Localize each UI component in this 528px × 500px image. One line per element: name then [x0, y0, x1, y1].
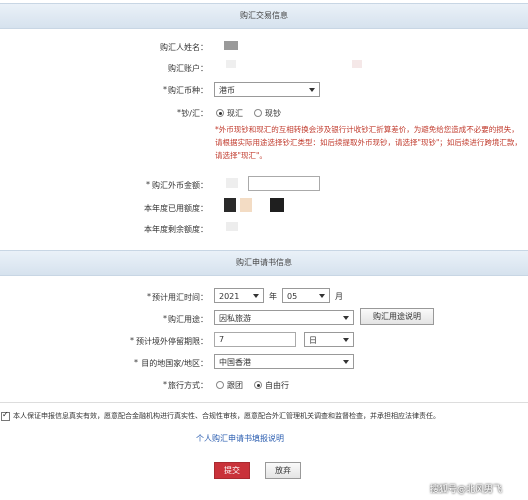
cashtype-label: 钞/汇： — [181, 109, 208, 118]
divider — [0, 402, 528, 403]
used-quota-redacted-2 — [240, 198, 252, 212]
travel-type-label: 旅行方式： — [168, 381, 208, 390]
radio-cash-remit-label: 现汇 — [227, 109, 243, 118]
radio-cash-note-label: 现钞 — [265, 109, 281, 118]
radio-group-tour-label: 跟团 — [227, 381, 243, 390]
cashtype-warning: *外币现钞和现汇的互相转换会涉及银行计收钞汇折算差价，为避免给您造成不必要的损失… — [215, 125, 522, 160]
watermark: 搜狐号@北风男飞 — [430, 485, 503, 495]
section-header-application-info: 购汇申请书信息 — [0, 250, 528, 276]
chevron-down-icon — [343, 316, 349, 320]
used-quota-label: 本年度已用额度： — [144, 204, 208, 213]
radio-group-tour[interactable] — [216, 381, 224, 389]
stay-period-value: 7 — [219, 335, 225, 344]
cancel-button[interactable]: 放弃 — [265, 462, 301, 479]
purpose-help-button[interactable]: 购汇用途说明 — [360, 308, 434, 325]
amount-redacted — [226, 178, 238, 188]
destination-select[interactable]: 中国香港 — [214, 354, 354, 369]
section-header-trade-info: 购汇交易信息 — [0, 3, 528, 29]
chevron-down-icon — [343, 360, 349, 364]
required-star: * — [130, 336, 134, 345]
year-unit: 年 — [269, 292, 277, 301]
chevron-down-icon — [253, 294, 259, 298]
filling-guide-link[interactable]: 个人购汇申请书填报说明 — [196, 433, 284, 444]
account-redacted — [226, 60, 236, 68]
declaration-checkbox[interactable]: ✓ — [1, 410, 10, 421]
submit-button[interactable]: 提交 — [214, 462, 250, 479]
radio-independent[interactable] — [254, 381, 262, 389]
buyer-name-label: 购汇人姓名： — [160, 43, 208, 52]
stay-period-label: 预计境外停留期限： — [136, 337, 208, 346]
chevron-down-icon — [319, 294, 325, 298]
destination-label: 目的地国家/地区： — [141, 359, 208, 368]
buyer-account-label: 购汇账户： — [168, 64, 208, 73]
chevron-down-icon — [343, 338, 349, 342]
buyer-name-redacted — [224, 41, 238, 50]
used-quota-redacted — [224, 198, 236, 212]
stay-unit-select[interactable]: 日 — [304, 332, 354, 347]
year-select-value: 2021 — [219, 292, 240, 301]
amount-input[interactable] — [248, 176, 320, 191]
amount-label: 购汇外币金额： — [152, 181, 208, 190]
currency-select[interactable]: 港币 — [214, 82, 320, 97]
month-select[interactable]: 05 — [282, 288, 330, 303]
stay-period-input[interactable]: 7 — [214, 332, 296, 347]
currency-label: 购汇币种： — [168, 86, 208, 95]
destination-select-value: 中国香港 — [219, 358, 251, 367]
year-select[interactable]: 2021 — [214, 288, 264, 303]
account-redacted-2 — [352, 60, 362, 68]
chevron-down-icon — [309, 88, 315, 92]
month-select-value: 05 — [287, 292, 298, 301]
used-quota-redacted-3 — [270, 198, 284, 212]
month-unit: 月 — [335, 292, 343, 301]
currency-select-value: 港币 — [219, 86, 235, 95]
purpose-label: 购汇用途： — [168, 315, 208, 324]
stay-unit-value: 日 — [309, 336, 317, 345]
use-date-label: 预计用汇时间： — [152, 293, 208, 302]
radio-cash-note[interactable] — [254, 109, 262, 117]
declaration-text: 本人保证申报信息真实有效，愿意配合金融机构进行真实性、合规性审核，愿意配合外汇管… — [13, 412, 440, 420]
remaining-quota-label: 本年度剩余额度： — [144, 225, 208, 234]
remaining-quota-redacted — [226, 222, 238, 231]
radio-independent-label: 自由行 — [265, 381, 289, 390]
checkmark-icon: ✓ — [2, 410, 9, 419]
purpose-select[interactable]: 因私旅游 — [214, 310, 354, 325]
radio-cash-remit[interactable] — [216, 109, 224, 117]
purpose-select-value: 因私旅游 — [219, 314, 251, 323]
